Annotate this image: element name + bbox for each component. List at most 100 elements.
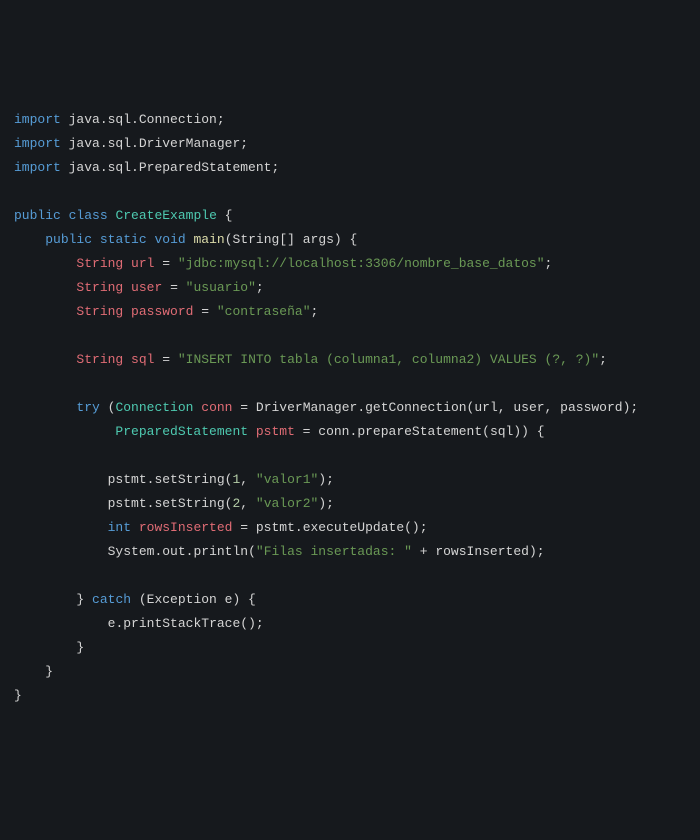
code-line: String password = "contraseña"; [14,304,318,319]
concat-expr: + rowsInserted); [412,544,545,559]
keyword-import: import [14,160,61,175]
string-literal: "usuario" [186,280,256,295]
semicolon: ; [240,136,248,151]
code-line: pstmt.setString(1, "valor1"); [14,472,334,487]
semicolon: ; [311,304,319,319]
type-string: String [76,280,123,295]
code-line: } [14,640,84,655]
call-args: (); [240,616,263,631]
op-eq: = [162,280,185,295]
keyword-public: public [14,208,61,223]
call-args: (sql)) { [482,424,544,439]
semicolon: ; [545,256,553,271]
op-eq: = [154,352,177,367]
comma: , [240,496,256,511]
code-line: pstmt.setString(2, "valor2"); [14,496,334,511]
var-sql: sql [131,352,154,367]
keyword-class: class [69,208,108,223]
keyword-import: import [14,112,61,127]
type-string: String [76,352,123,367]
paren: ( [100,400,116,415]
semicolon: ; [256,280,264,295]
package-path: java.sql.PreparedStatement [69,160,272,175]
op-eq: = [295,424,318,439]
var-user: user [131,280,162,295]
dot: . [357,400,365,415]
var-rowsinserted: rowsInserted [139,520,233,535]
code-line: String user = "usuario"; [14,280,264,295]
package-path: java.sql.DriverManager [69,136,241,151]
var-password: password [131,304,193,319]
code-line: import java.sql.PreparedStatement; [14,160,279,175]
method-getconnection: getConnection [365,400,466,415]
string-literal: "INSERT INTO tabla (columna1, columna2) … [178,352,599,367]
paren: ( [248,544,256,559]
code-line: String url = "jdbc:mysql://localhost:330… [14,256,552,271]
string-literal: "Filas insertadas: " [256,544,412,559]
type-string: String [76,256,123,271]
comma: , [240,472,256,487]
op-eq: = [154,256,177,271]
string-literal: "valor2" [256,496,318,511]
call-args: (url, user, password); [467,400,639,415]
method-printstacktrace: printStackTrace [123,616,240,631]
brace: { [217,208,233,223]
class-system: System [108,544,155,559]
method-setstring: setString [154,496,224,511]
code-line: public class CreateExample { [14,208,232,223]
string-literal: "valor1" [256,472,318,487]
string-literal: "contraseña" [217,304,311,319]
brace-close: } [14,688,22,703]
type-string: String [76,304,123,319]
paren-close: ); [318,496,334,511]
code-line: e.printStackTrace(); [14,616,264,631]
semicolon: ; [217,112,225,127]
code-block: import java.sql.Connection; import java.… [14,108,686,708]
string-literal: "jdbc:mysql://localhost:3306/nombre_base… [178,256,545,271]
keyword-int: int [108,520,131,535]
type-preparedstatement: PreparedStatement [115,424,248,439]
code-line: import java.sql.DriverManager; [14,136,248,151]
method-executeupdate: executeUpdate [303,520,404,535]
code-line: PreparedStatement pstmt = conn.prepareSt… [14,424,545,439]
keyword-import: import [14,136,61,151]
keyword-catch: catch [84,592,139,607]
code-line: } [14,664,53,679]
field-out: out [162,544,185,559]
keyword-static: static [100,232,147,247]
keyword-try: try [76,400,99,415]
method-main: main [194,232,225,247]
op-eq: = [232,400,255,415]
code-line: } catch (Exception e) { [14,592,256,607]
code-line: String sql = "INSERT INTO tabla (columna… [14,352,607,367]
code-line: int rowsInserted = pstmt.executeUpdate()… [14,520,428,535]
var-pstmt-ref: pstmt [108,472,147,487]
var-conn: conn [201,400,232,415]
dot: . [295,520,303,535]
package-path: java.sql.Connection [69,112,217,127]
code-line: try (Connection conn = DriverManager.get… [14,400,638,415]
keyword-void: void [154,232,185,247]
method-preparestatement: prepareStatement [357,424,482,439]
var-pstmt: pstmt [256,424,295,439]
class-drivermanager: DriverManager [256,400,357,415]
code-line: import java.sql.Connection; [14,112,225,127]
call-args: (); [404,520,427,535]
code-line: System.out.println("Filas insertadas: " … [14,544,545,559]
keyword-public: public [45,232,92,247]
var-url: url [131,256,154,271]
method-sig: (String[] args) { [225,232,358,247]
catch-sig: (Exception e) { [139,592,256,607]
op-eq: = [193,304,216,319]
semicolon: ; [599,352,607,367]
semicolon: ; [271,160,279,175]
paren-close: ); [318,472,334,487]
code-line: } [14,688,22,703]
brace-close: } [45,664,53,679]
type-connection: Connection [115,400,193,415]
var-conn-ref: conn [318,424,349,439]
var-pstmt-ref: pstmt [256,520,295,535]
class-name: CreateExample [115,208,216,223]
brace-close: } [76,640,84,655]
method-setstring: setString [154,472,224,487]
